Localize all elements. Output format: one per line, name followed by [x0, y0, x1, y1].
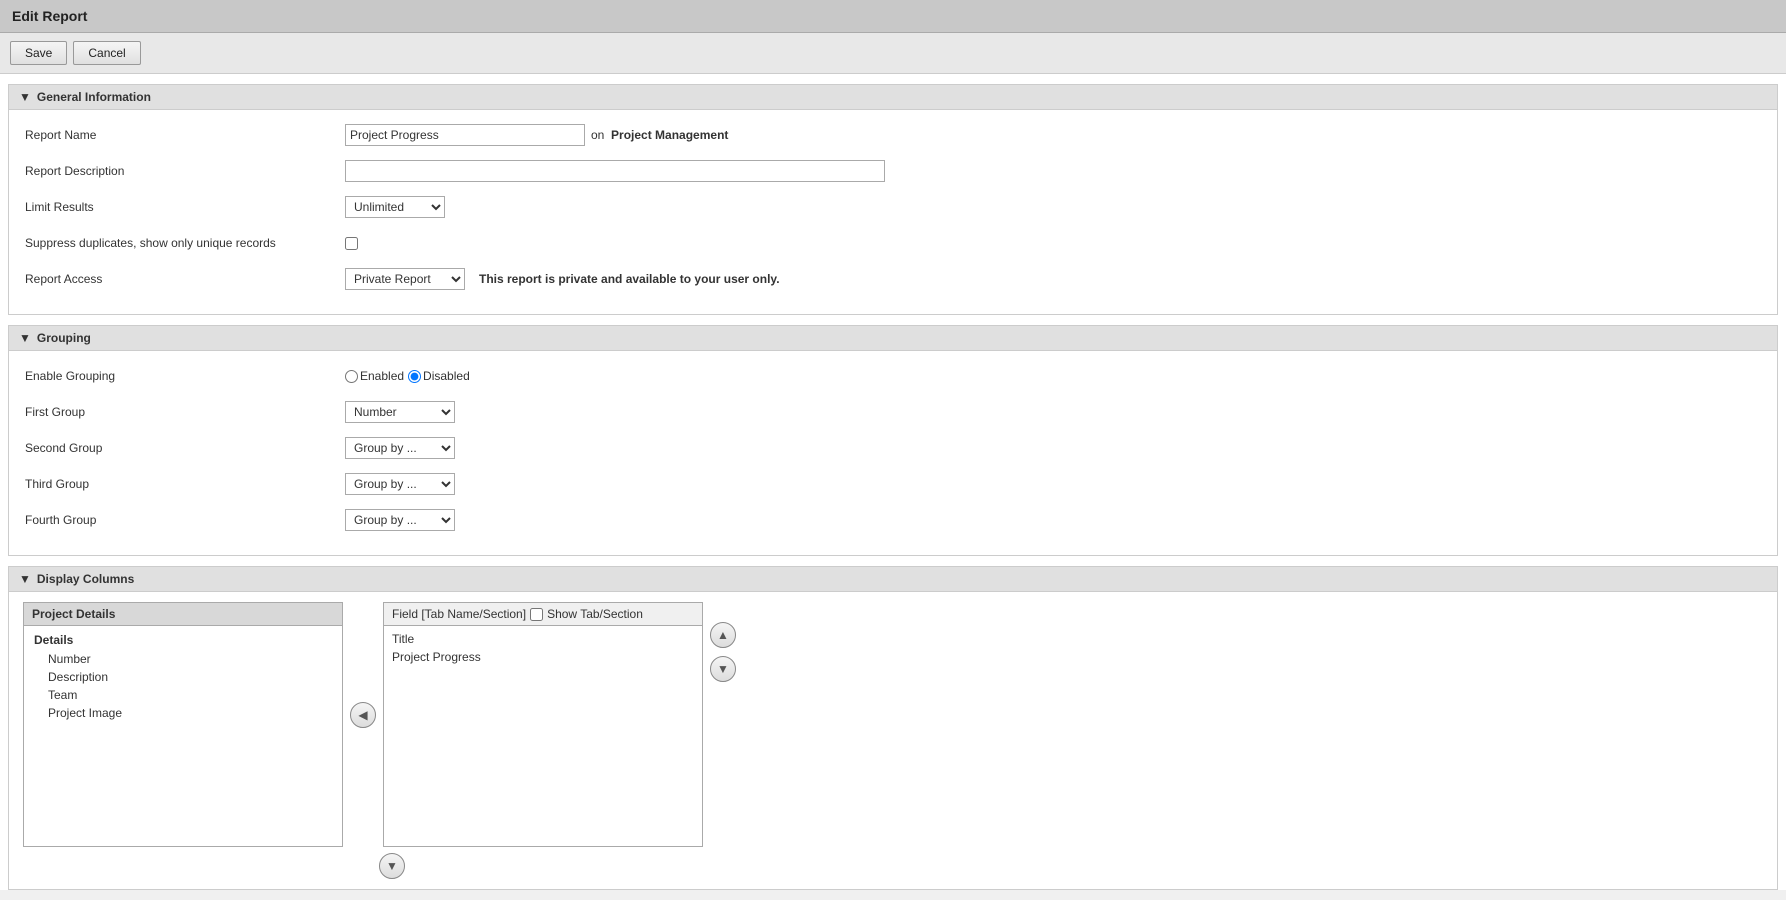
report-access-select[interactable]: Private Report Public Report: [345, 268, 465, 290]
report-desc-label: Report Description: [25, 164, 345, 178]
report-name-label: Report Name: [25, 128, 345, 142]
move-bottom-icon: ▼: [386, 859, 398, 873]
report-name-row: Report Name Project Progress on Project …: [25, 122, 1761, 148]
suppress-checkbox[interactable]: [345, 237, 358, 250]
move-right-icon: ◀: [358, 708, 367, 722]
report-desc-input[interactable]: [345, 160, 885, 182]
field-item-title[interactable]: Title: [392, 630, 694, 648]
field-panel: Field [Tab Name/Section] Show Tab/Sectio…: [383, 602, 703, 847]
report-access-row: Report Access Private Report Public Repo…: [25, 266, 1761, 292]
report-desc-row: Report Description: [25, 158, 1761, 184]
disabled-radio[interactable]: [408, 370, 421, 383]
report-access-label: Report Access: [25, 272, 345, 286]
tree-item-number[interactable]: Number: [24, 650, 342, 668]
cancel-button[interactable]: Cancel: [73, 41, 140, 65]
enable-grouping-radios: Enabled Disabled: [345, 369, 470, 383]
field-panel-content: Title Project Progress: [384, 626, 702, 846]
grouping-collapse-icon: ▼: [19, 331, 31, 345]
grouping-body: Enable Grouping Enabled Disabled First G…: [9, 351, 1777, 555]
field-panel-header: Field [Tab Name/Section] Show Tab/Sectio…: [384, 603, 702, 626]
enable-grouping-label: Enable Grouping: [25, 369, 345, 383]
general-information-body: Report Name Project Progress on Project …: [9, 110, 1777, 314]
tree-item-description[interactable]: Description: [24, 668, 342, 686]
display-columns-section: ▼ Display Columns Project Details Detail…: [8, 566, 1778, 890]
display-columns-body: Project Details Details Number Descripti…: [9, 592, 1777, 889]
suppress-label: Suppress duplicates, show only unique re…: [25, 236, 345, 250]
second-group-row: Second Group Group by ... Number Title: [25, 435, 1761, 461]
limit-results-label: Limit Results: [25, 200, 345, 214]
grouping-section: ▼ Grouping Enable Grouping Enabled Disab…: [8, 325, 1778, 556]
display-columns-collapse-icon: ▼: [19, 572, 31, 586]
project-details-content: Details Number Description Team Project …: [24, 626, 342, 846]
bottom-arrow-area: ▼: [379, 853, 1763, 879]
move-right-button[interactable]: ◀: [350, 702, 376, 728]
disabled-radio-label[interactable]: Disabled: [408, 369, 470, 383]
disabled-label: Disabled: [423, 369, 470, 383]
first-group-row: First Group Number Title Description Tea…: [25, 399, 1761, 425]
field-panel-title: Field [Tab Name/Section]: [392, 607, 526, 621]
grouping-title: Grouping: [37, 331, 91, 345]
limit-results-row: Limit Results Unlimited 10 25 50 100 200…: [25, 194, 1761, 220]
enabled-radio[interactable]: [345, 370, 358, 383]
display-columns-header[interactable]: ▼ Display Columns: [9, 567, 1777, 592]
enabled-label: Enabled: [360, 369, 404, 383]
move-bottom-button[interactable]: ▼: [379, 853, 405, 879]
second-group-select[interactable]: Group by ... Number Title: [345, 437, 455, 459]
move-up-icon: ▲: [717, 628, 729, 642]
enabled-radio-label[interactable]: Enabled: [345, 369, 404, 383]
save-button[interactable]: Save: [10, 41, 67, 65]
report-entity-name: Project Management: [611, 128, 728, 142]
report-name-on: on Project Management: [591, 128, 728, 142]
collapse-icon: ▼: [19, 90, 31, 104]
general-information-section: ▼ General Information Report Name Projec…: [8, 84, 1778, 315]
move-down-button[interactable]: ▼: [710, 656, 736, 682]
third-group-row: Third Group Group by ... Number: [25, 471, 1761, 497]
third-group-select[interactable]: Group by ... Number: [345, 473, 455, 495]
project-details-title: Project Details: [24, 603, 342, 626]
field-item-project-progress[interactable]: Project Progress: [392, 648, 694, 666]
toolbar: Save Cancel: [0, 33, 1786, 74]
second-group-label: Second Group: [25, 441, 345, 455]
columns-layout: Project Details Details Number Descripti…: [23, 602, 1763, 847]
suppress-row: Suppress duplicates, show only unique re…: [25, 230, 1761, 256]
enable-grouping-row: Enable Grouping Enabled Disabled: [25, 363, 1761, 389]
first-group-select[interactable]: Number Title Description Team: [345, 401, 455, 423]
show-tab-section-checkbox[interactable]: [530, 608, 543, 621]
grouping-header[interactable]: ▼ Grouping: [9, 326, 1777, 351]
up-down-arrow-col: ▲ ▼: [703, 602, 743, 682]
move-up-button[interactable]: ▲: [710, 622, 736, 648]
limit-results-select[interactable]: Unlimited 10 25 50 100 200 500: [345, 196, 445, 218]
tree-item-team[interactable]: Team: [24, 686, 342, 704]
tree-group-details[interactable]: Details: [24, 630, 342, 650]
move-down-icon: ▼: [717, 662, 729, 676]
third-group-label: Third Group: [25, 477, 345, 491]
project-details-panel: Project Details Details Number Descripti…: [23, 602, 343, 847]
page-title: Edit Report: [0, 0, 1786, 33]
display-columns-title: Display Columns: [37, 572, 134, 586]
general-information-header[interactable]: ▼ General Information: [9, 85, 1777, 110]
report-name-input[interactable]: Project Progress: [345, 124, 585, 146]
private-note: This report is private and available to …: [479, 272, 780, 286]
general-information-title: General Information: [37, 90, 151, 104]
fourth-group-select[interactable]: Group by ... Number: [345, 509, 455, 531]
fourth-group-label: Fourth Group: [25, 513, 345, 527]
show-tab-section-label: Show Tab/Section: [547, 607, 643, 621]
fourth-group-row: Fourth Group Group by ... Number: [25, 507, 1761, 533]
tree-item-project-image[interactable]: Project Image: [24, 704, 342, 722]
first-group-label: First Group: [25, 405, 345, 419]
move-right-col: ◀: [343, 602, 383, 728]
